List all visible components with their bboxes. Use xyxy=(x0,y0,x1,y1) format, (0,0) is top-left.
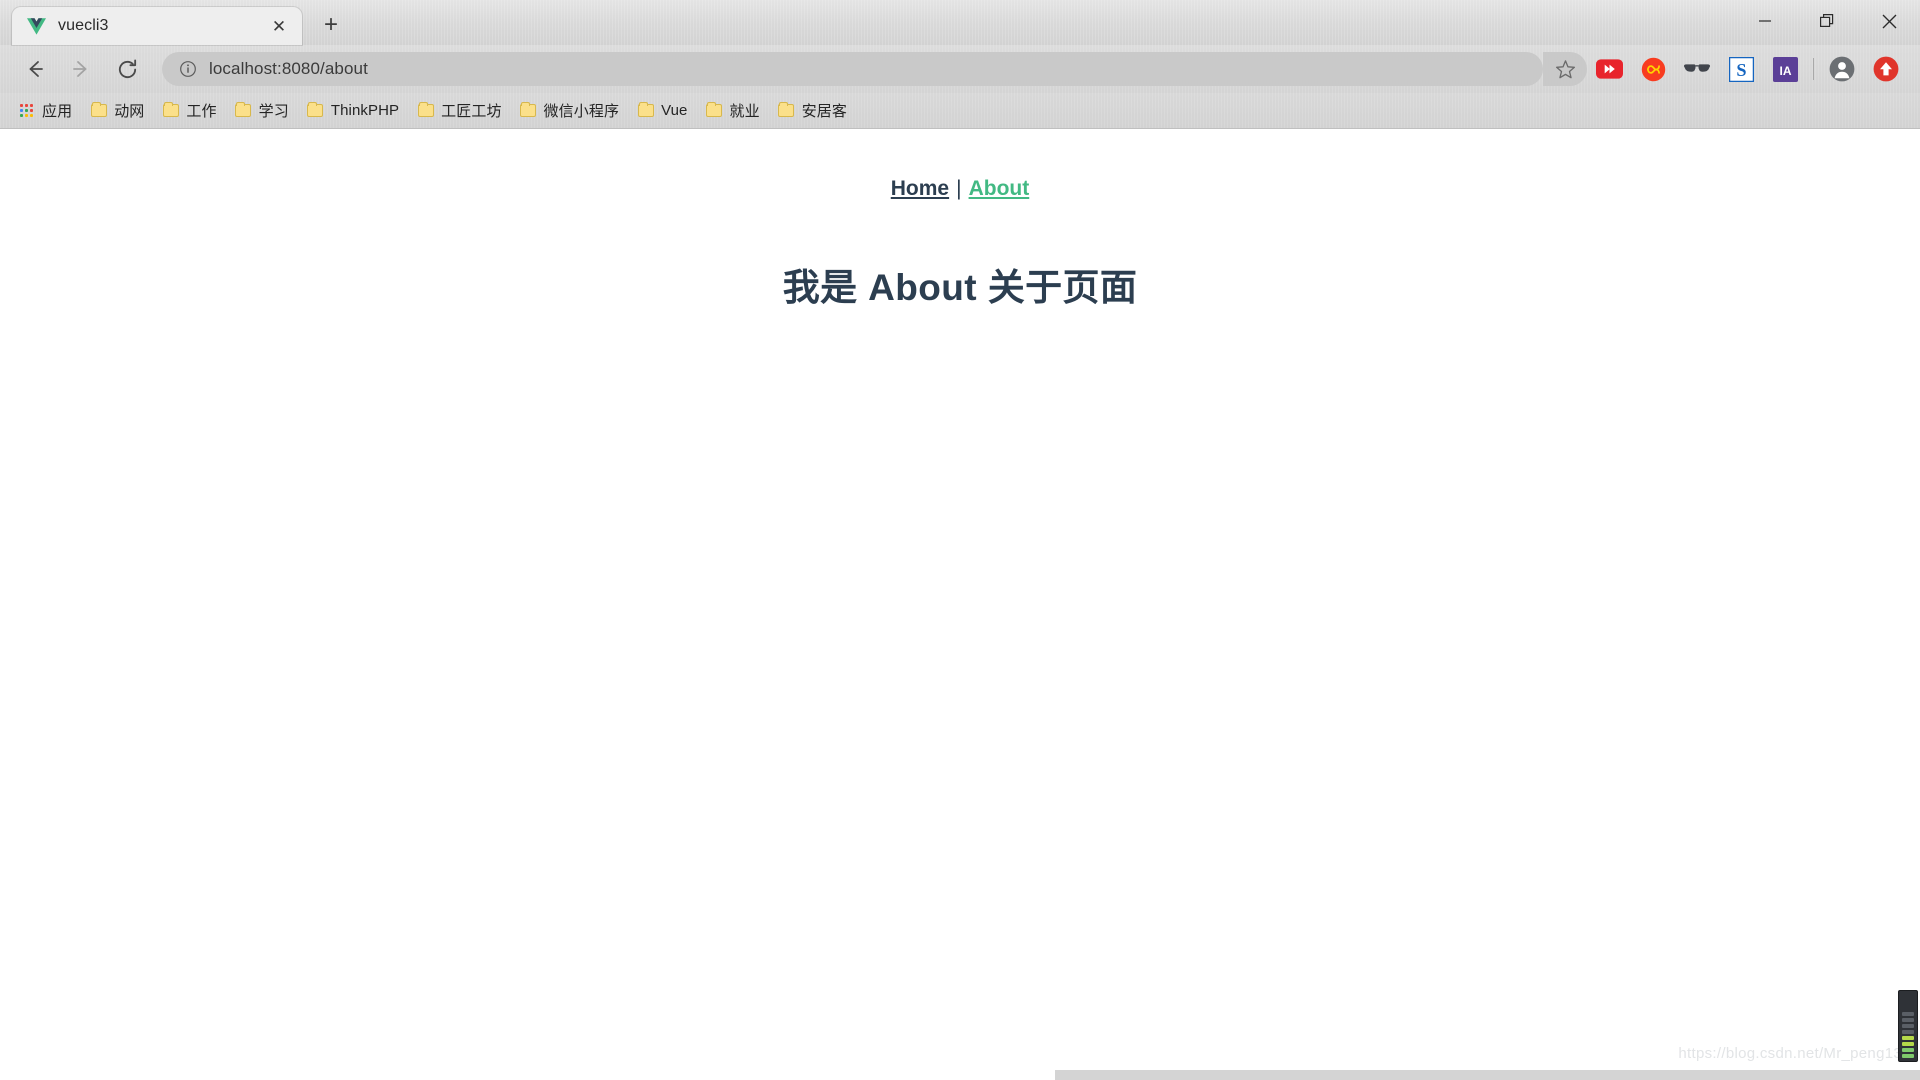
bookmark-item-0[interactable]: 动网 xyxy=(82,98,152,124)
bookmark-item-8[interactable]: 安居客 xyxy=(770,98,855,124)
bottom-strip-left xyxy=(0,1070,1055,1080)
app-nav: Home | About xyxy=(0,129,1920,201)
bookmark-label: 工匠工坊 xyxy=(441,103,502,120)
folder-icon xyxy=(90,102,107,119)
folder-icon xyxy=(706,102,723,119)
folder-icon xyxy=(520,102,537,119)
browser-window: vuecli3 ✕ + localhost:8080/about S IA 应用… xyxy=(0,0,1920,1080)
apps-grid-icon xyxy=(18,102,35,119)
bookmark-item-3[interactable]: ThinkPHP xyxy=(299,98,407,124)
close-window-icon[interactable] xyxy=(1858,0,1920,42)
back-icon[interactable] xyxy=(12,46,58,92)
ia-extension-icon[interactable]: IA xyxy=(1763,47,1807,91)
bookmark-item-4[interactable]: 工匠工坊 xyxy=(409,98,509,124)
bookmark-apps[interactable]: 应用 xyxy=(10,98,80,124)
forward-icon[interactable] xyxy=(58,46,104,92)
bookmark-item-6[interactable]: Vue xyxy=(629,98,695,124)
nav-link-about[interactable]: About xyxy=(969,177,1030,200)
bookmark-item-1[interactable]: 工作 xyxy=(154,98,224,124)
update-button[interactable] xyxy=(1864,47,1908,91)
reload-icon[interactable] xyxy=(104,46,150,92)
bookmark-label: ThinkPHP xyxy=(330,102,400,119)
bookmark-star-icon[interactable] xyxy=(1543,52,1587,86)
bookmark-label: 动网 xyxy=(114,103,145,120)
url-text: localhost:8080/about xyxy=(209,59,368,78)
address-bar[interactable]: localhost:8080/about xyxy=(162,52,1543,86)
bookmark-label: 就业 xyxy=(729,103,760,120)
folder-icon xyxy=(637,102,654,119)
page-info-icon[interactable] xyxy=(178,59,198,79)
close-icon[interactable]: ✕ xyxy=(268,15,290,37)
bookmark-label: 安居客 xyxy=(801,103,848,120)
folder-icon xyxy=(778,102,795,119)
svg-text:S: S xyxy=(1736,60,1746,80)
bookmark-label: 微信小程序 xyxy=(543,103,620,120)
extensions-row: S IA xyxy=(1587,47,1908,91)
sunglasses-extension-icon[interactable] xyxy=(1675,47,1719,91)
folder-icon xyxy=(162,102,179,119)
browser-toolbar: localhost:8080/about S IA xyxy=(0,45,1920,93)
bookmark-label: 工作 xyxy=(186,103,217,120)
bookmark-item-5[interactable]: 微信小程序 xyxy=(512,98,628,124)
youtube-extension-icon[interactable] xyxy=(1587,47,1631,91)
restore-icon[interactable] xyxy=(1796,0,1858,42)
folder-icon xyxy=(307,102,324,119)
minimize-icon[interactable] xyxy=(1734,0,1796,42)
nav-link-home[interactable]: Home xyxy=(891,177,949,200)
bookmark-label: Vue xyxy=(661,102,688,119)
folder-icon xyxy=(235,102,252,119)
new-tab-button[interactable]: + xyxy=(314,8,348,42)
vue-logo-icon xyxy=(26,16,46,36)
browser-tab[interactable]: vuecli3 ✕ xyxy=(12,7,302,45)
profile-avatar[interactable] xyxy=(1820,47,1864,91)
folder-icon xyxy=(417,102,434,119)
bookmark-apps-label: 应用 xyxy=(42,103,73,120)
bookmarks-bar: 应用 动网 工作 学习 ThinkPHP 工匠工坊 微信小程序 Vue 就业 安… xyxy=(0,93,1920,129)
bookmark-label: 学习 xyxy=(258,103,289,120)
bookmark-item-7[interactable]: 就业 xyxy=(698,98,768,124)
tab-strip: vuecli3 ✕ + xyxy=(0,0,1920,45)
window-controls xyxy=(1734,0,1920,42)
bookmark-item-2[interactable]: 学习 xyxy=(227,98,297,124)
toolbar-divider xyxy=(1813,58,1814,80)
meter-widget-icon[interactable] xyxy=(1898,990,1918,1062)
tab-title: vuecli3 xyxy=(58,17,109,34)
sogou-extension-icon[interactable]: S xyxy=(1719,47,1763,91)
infinity-extension-icon[interactable] xyxy=(1631,47,1675,91)
page-viewport: Home | About 我是 About 关于页面 https://blog.cs… xyxy=(0,129,1920,1080)
svg-text:IA: IA xyxy=(1779,63,1791,77)
page-title: 我是 About 关于页面 xyxy=(782,267,1138,308)
csdn-watermark: https://blog.csdn.net/Mr_peng13 xyxy=(1678,1045,1902,1062)
nav-separator: | xyxy=(956,177,962,200)
